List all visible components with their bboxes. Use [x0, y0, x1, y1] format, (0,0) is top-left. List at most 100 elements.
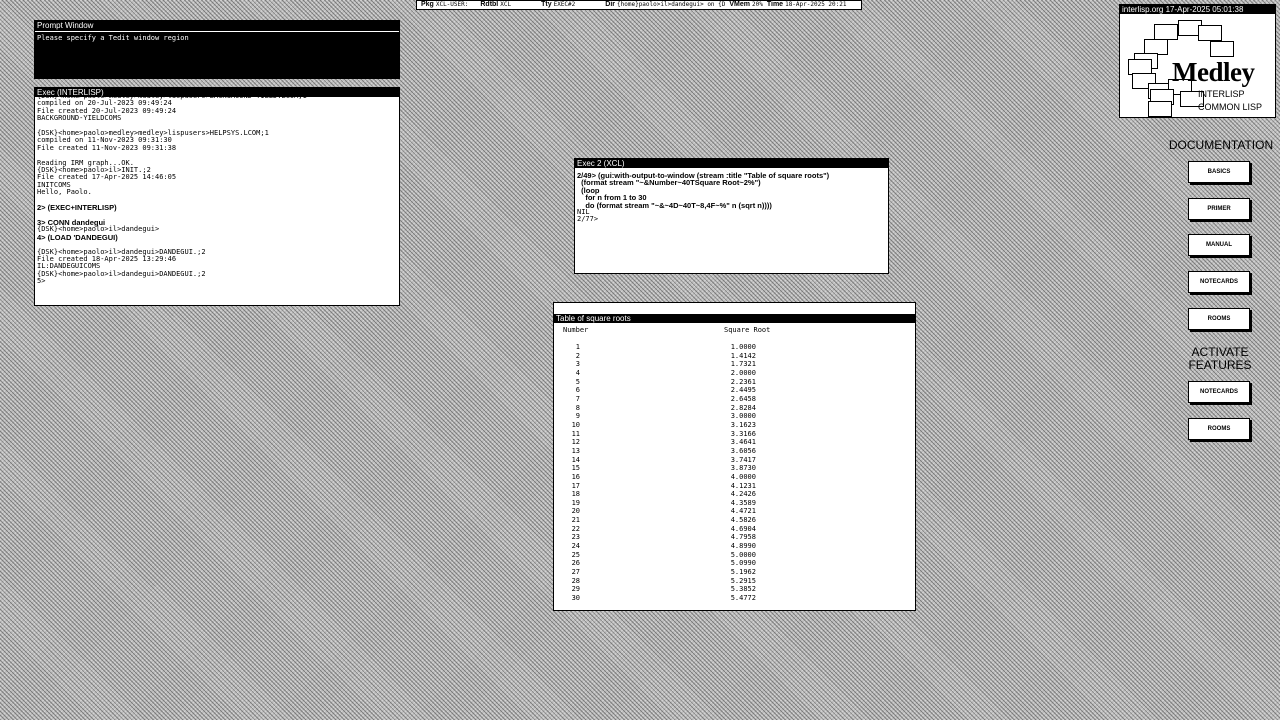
table-row: 17 4.1231 [554, 482, 756, 491]
square-root-cell: 3.3166 [730, 429, 756, 438]
table-row: 5 2.2361 [554, 378, 756, 387]
table-row: 30 5.4772 [554, 594, 756, 603]
logo-medley-text: Medley [1172, 57, 1255, 87]
output-line: do (format stream "~&~4D~40T~8,4F~%" n (… [577, 200, 772, 210]
logo-common-lisp-text: COMMON LISP [1198, 102, 1263, 112]
pkg-label: Pkg [421, 1, 434, 8]
table-row: 4 2.0000 [554, 369, 756, 378]
column-header-square-root: Square Root [724, 326, 771, 334]
notecards-doc-button[interactable]: NOTECARDS [1188, 271, 1250, 293]
medley-logo-window[interactable]: interlisp.org 17-Apr-2025 05:01:38 Medle… [1119, 4, 1276, 118]
table-row: 12 3.4641 [554, 438, 756, 447]
pkg-value: XCL-USER: [435, 1, 469, 8]
sqrt-table: 1 1.0000 2 1.4142 3 1.7321 4 2.0000 5 2.2361 6 2.44… [554, 343, 756, 603]
vmem-label: VMem [729, 1, 751, 8]
output-line: 5> [37, 277, 46, 286]
table-row: 19 4.3589 [554, 499, 756, 508]
table-row: 1 1.0000 [554, 343, 756, 352]
square-root-cell: 1.0000 [730, 343, 756, 351]
square-root-cell: 3.1623 [730, 420, 756, 429]
number-cell: 17 [571, 481, 580, 490]
square-root-cell: 3.8730 [730, 464, 756, 473]
number-cell: 10 [571, 420, 580, 429]
rdtbl-value: XCL [500, 1, 512, 8]
rooms-doc-button[interactable]: ROOMS [1188, 308, 1250, 330]
number-cell: 9 [575, 412, 580, 421]
table-row: 18 4.2426 [554, 490, 756, 499]
number-cell: 4 [575, 368, 580, 377]
table-row: 7 2.6458 [554, 395, 756, 404]
number-cell: 3 [575, 360, 580, 369]
number-cell: 6 [575, 386, 580, 395]
square-root-cell: 5.0000 [730, 550, 756, 559]
notecards-activate-button[interactable]: NOTECARDS [1188, 381, 1250, 403]
time-label: Time [766, 1, 784, 8]
square-root-cell: 2.4495 [730, 386, 756, 395]
number-cell: 27 [571, 568, 580, 577]
activate-heading-line2: FEATURES [1188, 358, 1252, 372]
table-row: 6 2.4495 [554, 386, 756, 395]
square-root-cell: 4.7958 [730, 533, 756, 542]
prompt-window[interactable]: Prompt Window Please specify a Tedit win… [34, 20, 400, 79]
table-row: 2 1.4142 [554, 352, 756, 361]
table-row: 11 3.3166 [554, 430, 756, 439]
output-line: NIL [577, 208, 590, 217]
number-cell: 30 [571, 594, 580, 603]
exec2-output[interactable]: 2/49> (gui:with-output-to-window (stream… [575, 168, 888, 224]
square-root-cell: 2.8284 [730, 403, 756, 412]
tty-label: Tty [541, 1, 552, 8]
output-line: {DSK}<home>paolo>il>dandegui>DANDEGUI.;2 [37, 269, 206, 278]
square-root-cell: 3.4641 [730, 438, 756, 447]
square-root-cell: 2.6458 [730, 394, 756, 403]
number-cell: 26 [571, 559, 580, 568]
square-root-cell: 4.2426 [730, 490, 756, 499]
sqrt-table-window[interactable]: Table of square roots Number Square Root… [553, 302, 916, 611]
manual-button[interactable]: MANUAL [1188, 234, 1250, 256]
dir-value: {home}paolo>il>dandegui> on {D [617, 1, 726, 8]
exec2-window[interactable]: Exec 2 (XCL) 2/49> (gui:with-output-to-w… [574, 158, 889, 274]
primer-button[interactable]: PRIMER [1188, 198, 1250, 220]
square-root-cell: 5.3852 [730, 585, 756, 594]
sqrt-window-title[interactable]: Table of square roots [554, 314, 915, 323]
exec-window-title[interactable]: Exec (INTERLISP) [35, 88, 399, 97]
exec-output[interactable]: {DSK}<home>paolo>medley>medley>lispusers… [35, 92, 399, 286]
rooms-activate-button[interactable]: ROOMS [1188, 418, 1250, 440]
square-root-cell: 4.8990 [730, 542, 756, 551]
table-row: 13 3.6056 [554, 447, 756, 456]
logo-window-title[interactable]: interlisp.org 17-Apr-2025 05:01:38 [1120, 5, 1275, 14]
tty-value: EXEC#2 [553, 1, 576, 8]
number-cell: 5 [575, 377, 580, 386]
number-cell: 12 [571, 438, 580, 447]
square-root-cell: 4.3589 [730, 498, 756, 507]
table-row: 28 5.2915 [554, 577, 756, 586]
prompt-window-title[interactable]: Prompt Window [35, 21, 399, 30]
number-cell: 24 [571, 542, 580, 551]
number-cell: 21 [571, 516, 580, 525]
basics-button[interactable]: BASICS [1188, 161, 1250, 183]
number-cell: 1 [575, 343, 580, 351]
exec2-window-title[interactable]: Exec 2 (XCL) [575, 159, 888, 168]
output-line: File created 17-Apr-2025 14:46:05 [37, 173, 177, 182]
table-row: 3 1.7321 [554, 360, 756, 369]
number-cell: 29 [571, 585, 580, 594]
square-root-cell: 2.2361 [730, 377, 756, 386]
table-row: 15 3.8730 [554, 464, 756, 473]
number-cell: 14 [571, 455, 580, 464]
logo-interlisp-text: INTERLISP [1198, 89, 1245, 99]
column-header-number: Number [563, 326, 589, 334]
square-root-cell: 5.4772 [730, 594, 756, 603]
square-root-cell: 3.6056 [730, 446, 756, 455]
table-row: 24 4.8990 [554, 542, 756, 551]
exec-window[interactable]: Exec (INTERLISP) {DSK}<home>paolo>medley… [34, 87, 400, 306]
number-cell: 11 [571, 429, 580, 438]
number-cell: 15 [571, 464, 580, 473]
number-cell: 23 [571, 533, 580, 542]
number-cell: 19 [571, 498, 580, 507]
number-cell: 7 [575, 394, 580, 403]
output-line: Hello, Paolo. [37, 188, 92, 197]
number-cell: 22 [571, 524, 580, 533]
table-row: 25 5.0000 [554, 551, 756, 560]
table-row: 22 4.6904 [554, 525, 756, 534]
table-row: 16 4.0000 [554, 473, 756, 482]
number-cell: 2 [575, 351, 580, 360]
